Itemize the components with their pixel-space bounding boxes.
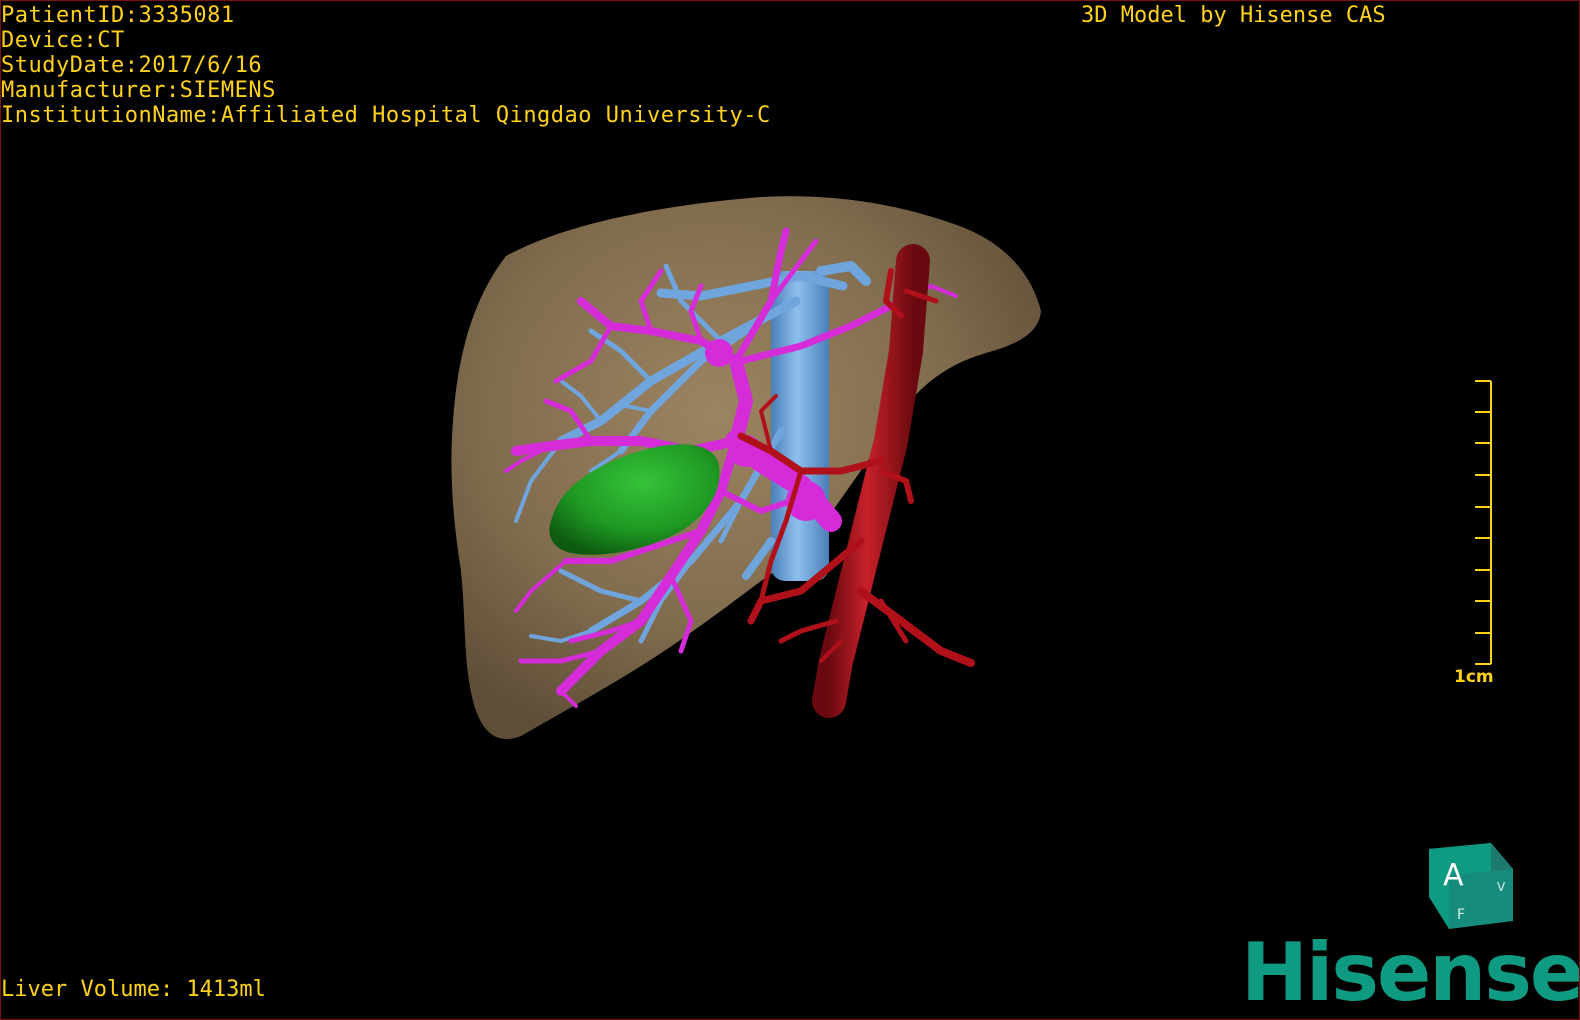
scale-bar [1475,380,1492,665]
cube-side-label: V [1497,880,1506,894]
3d-liver-model[interactable] [1,1,1580,1020]
liver-volume-text: Liver Volume: 1413ml [1,977,266,1002]
3d-viewer-window[interactable]: PatientID:3335081 Device:CT StudyDate:20… [0,0,1580,1020]
cube-bottom-label: F [1457,907,1465,923]
scale-bar-label: 1cm [1454,667,1494,687]
orientation-cube[interactable]: A F V [1425,839,1521,933]
hisense-logo: Hisense [1241,926,1580,1019]
cube-front-label: A [1443,858,1464,893]
